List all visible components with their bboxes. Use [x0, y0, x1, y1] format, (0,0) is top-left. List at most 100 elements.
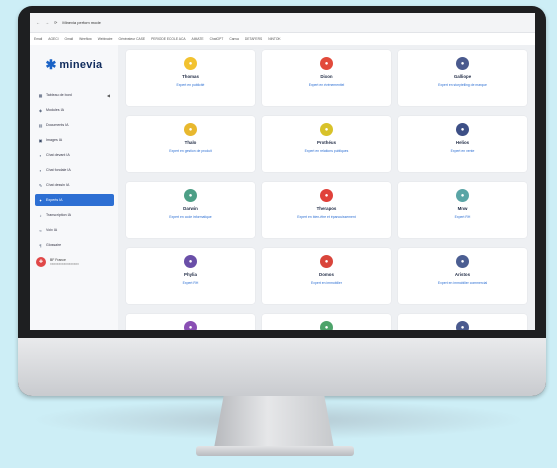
experts-panel: ● Thomas Expert en publicité ● Dixon Exp…: [118, 45, 535, 330]
sidebar-item-voix[interactable]: ≈ Voix IA: [35, 224, 114, 236]
expert-avatar: ●: [456, 189, 469, 202]
chat-icon: ▪: [39, 152, 42, 158]
sidebar-item-images[interactable]: ▣ Images IA: [35, 134, 114, 146]
reload-icon[interactable]: ⟳: [54, 20, 57, 25]
sidebar-item-documents[interactable]: ▤ Documents IA: [35, 119, 114, 131]
expert-avatar: ●: [184, 57, 197, 70]
sidebar-item-chat-devant[interactable]: ▪ Chat devant IA: [35, 149, 114, 161]
expert-avatar: ●: [184, 123, 197, 136]
sidebar-item-chat-fondale[interactable]: ▪ Chat fondale IA: [35, 164, 114, 176]
sidebar: ✱ minevia ▦ Tableau de bord ◀ ◈ Modules …: [30, 45, 118, 330]
sidebar-item-dashboard[interactable]: ▦ Tableau de bord ◀: [35, 89, 114, 101]
expert-card[interactable]: ● Therapos Expert en bien-être et épanou…: [262, 182, 391, 238]
sidebar-item-label: Documents IA: [46, 123, 69, 127]
image-icon: ▣: [38, 137, 43, 143]
sidebar-item-label: Chat dessin IA: [46, 183, 70, 187]
bookmark-item[interactable]: DETAFERS: [245, 37, 262, 41]
bookmark-item[interactable]: Weeflow: [79, 37, 92, 41]
logo[interactable]: ✱ minevia: [30, 51, 118, 79]
sidebar-item-label: Tableau de bord: [46, 93, 72, 97]
expert-card[interactable]: ● Phylia Expert RH: [126, 248, 255, 304]
bookmark-item[interactable]: AGECI: [48, 37, 58, 41]
monitor-stand: [214, 396, 334, 448]
expert-role: Expert en relations publiques: [304, 149, 349, 153]
forward-icon[interactable]: →: [45, 20, 49, 25]
expert-avatar: ●: [320, 189, 333, 202]
sidebar-item-chat-dessin[interactable]: ✎ Chat dessin IA: [35, 179, 114, 191]
monitor-base: [196, 446, 354, 456]
bookmark-item[interactable]: NINTOK: [268, 37, 280, 41]
chat-icon: ▪: [39, 167, 42, 173]
expert-card[interactable]: ●: [262, 314, 391, 330]
bookmark-item[interactable]: Générateur CASE: [119, 37, 146, 41]
expert-role: Expert en bien-être et épanouissement: [297, 215, 356, 219]
monitor-chin: [18, 338, 546, 396]
cube-icon: ◈: [38, 107, 43, 113]
sidebar-item-label: Chat fondale IA: [46, 168, 71, 172]
expert-card[interactable]: ● Thomas Expert en publicité: [126, 50, 255, 106]
bookmark-item[interactable]: AIMATE: [192, 37, 204, 41]
bookmark-item[interactable]: ChatGPT: [210, 37, 224, 41]
expert-avatar: ●: [456, 255, 469, 268]
bookmark-item[interactable]: Webinaire: [98, 37, 113, 41]
expert-role: Expert RH: [454, 215, 471, 219]
expert-icon: ✦: [38, 197, 43, 203]
bookmark-item[interactable]: Canva: [229, 37, 239, 41]
expert-card[interactable]: ● Thalo Expert en gestion de produit: [126, 116, 255, 172]
expert-avatar: ●: [184, 189, 197, 202]
user-profile[interactable]: ✚ BF France xxxxxxxxxxxxxxxxx: [36, 257, 114, 267]
sidebar-item-experts[interactable]: ✦ Experts IA: [35, 194, 114, 206]
expert-role: Expert en storytelling de marque: [438, 83, 487, 87]
expert-card[interactable]: ● Darwin Expert en code informatique: [126, 182, 255, 238]
user-email: xxxxxxxxxxxxxxxxx: [50, 262, 79, 266]
screen: ← → ⟳ Minevia perfom mode Email AGECI Gm…: [30, 13, 535, 330]
expert-name: Thomas: [182, 74, 199, 79]
home-icon: ▦: [38, 92, 43, 98]
expert-role: Expert en immobilier: [311, 281, 342, 285]
sidebar-item-label: Glossaire: [46, 243, 62, 247]
sidebar-item-glossaire[interactable]: ¶ Glossaire: [35, 239, 114, 251]
browser-title[interactable]: Minevia perfom mode: [62, 20, 100, 25]
expert-card[interactable]: ●: [126, 314, 255, 330]
expert-card[interactable]: ● Aristos Expert en immobilier commercia…: [398, 248, 527, 304]
expert-name: Aristos: [454, 272, 471, 277]
expert-role: Expert en événementiel: [308, 83, 345, 87]
expert-name: Mnw: [457, 206, 468, 211]
sidebar-item-transcription[interactable]: ♪ Transcription IA: [35, 209, 114, 221]
sidebar-item-label: Transcription IA: [46, 213, 72, 217]
expert-card[interactable]: ●: [398, 314, 527, 330]
wave-icon: ≈: [39, 227, 42, 233]
bookmark-item[interactable]: PERIODE ECOLE ACA: [151, 37, 185, 41]
expert-card[interactable]: ● Prothéus Expert en relations publiques: [262, 116, 391, 172]
expert-avatar: ●: [320, 57, 333, 70]
browser-toolbar: ← → ⟳ Minevia perfom mode: [30, 13, 535, 33]
expert-name: Domos: [319, 272, 334, 277]
expert-card[interactable]: ● Helios Expert en vente: [398, 116, 527, 172]
app-content: ✱ minevia ▦ Tableau de bord ◀ ◈ Modules …: [30, 45, 535, 330]
bookmark-item[interactable]: Email: [34, 37, 42, 41]
expert-card[interactable]: ● Dixon Expert en événementiel: [262, 50, 391, 106]
collapse-icon[interactable]: ◀: [107, 93, 110, 98]
expert-name: Phylia: [184, 272, 197, 277]
expert-role: Expert en vente: [450, 149, 475, 153]
sidebar-item-label: Voix IA: [46, 228, 58, 232]
back-icon[interactable]: ←: [36, 20, 40, 25]
sidebar-item-label: Modules IA: [46, 108, 64, 112]
expert-avatar: ●: [456, 57, 469, 70]
expert-role: Expert en gestion de produit: [169, 149, 212, 153]
expert-card[interactable]: ● Mnw Expert RH: [398, 182, 527, 238]
logo-text: minevia: [59, 59, 103, 71]
expert-role: Expert en immobilier commercial: [437, 281, 488, 285]
sidebar-item-modules[interactable]: ◈ Modules IA: [35, 104, 114, 116]
expert-card[interactable]: ● Domos Expert en immobilier: [262, 248, 391, 304]
avatar: ✚: [36, 257, 46, 267]
sidebar-item-label: Chat devant IA: [46, 153, 70, 157]
expert-name: Galliope: [453, 74, 472, 79]
expert-avatar: ●: [320, 123, 333, 136]
bookmark-item[interactable]: Gmail: [65, 37, 74, 41]
expert-name: Thalo: [184, 140, 197, 145]
expert-avatar: ●: [184, 255, 197, 268]
expert-card[interactable]: ● Galliope Expert en storytelling de mar…: [398, 50, 527, 106]
expert-avatar: ●: [320, 321, 333, 330]
expert-name: Darwin: [183, 206, 198, 211]
